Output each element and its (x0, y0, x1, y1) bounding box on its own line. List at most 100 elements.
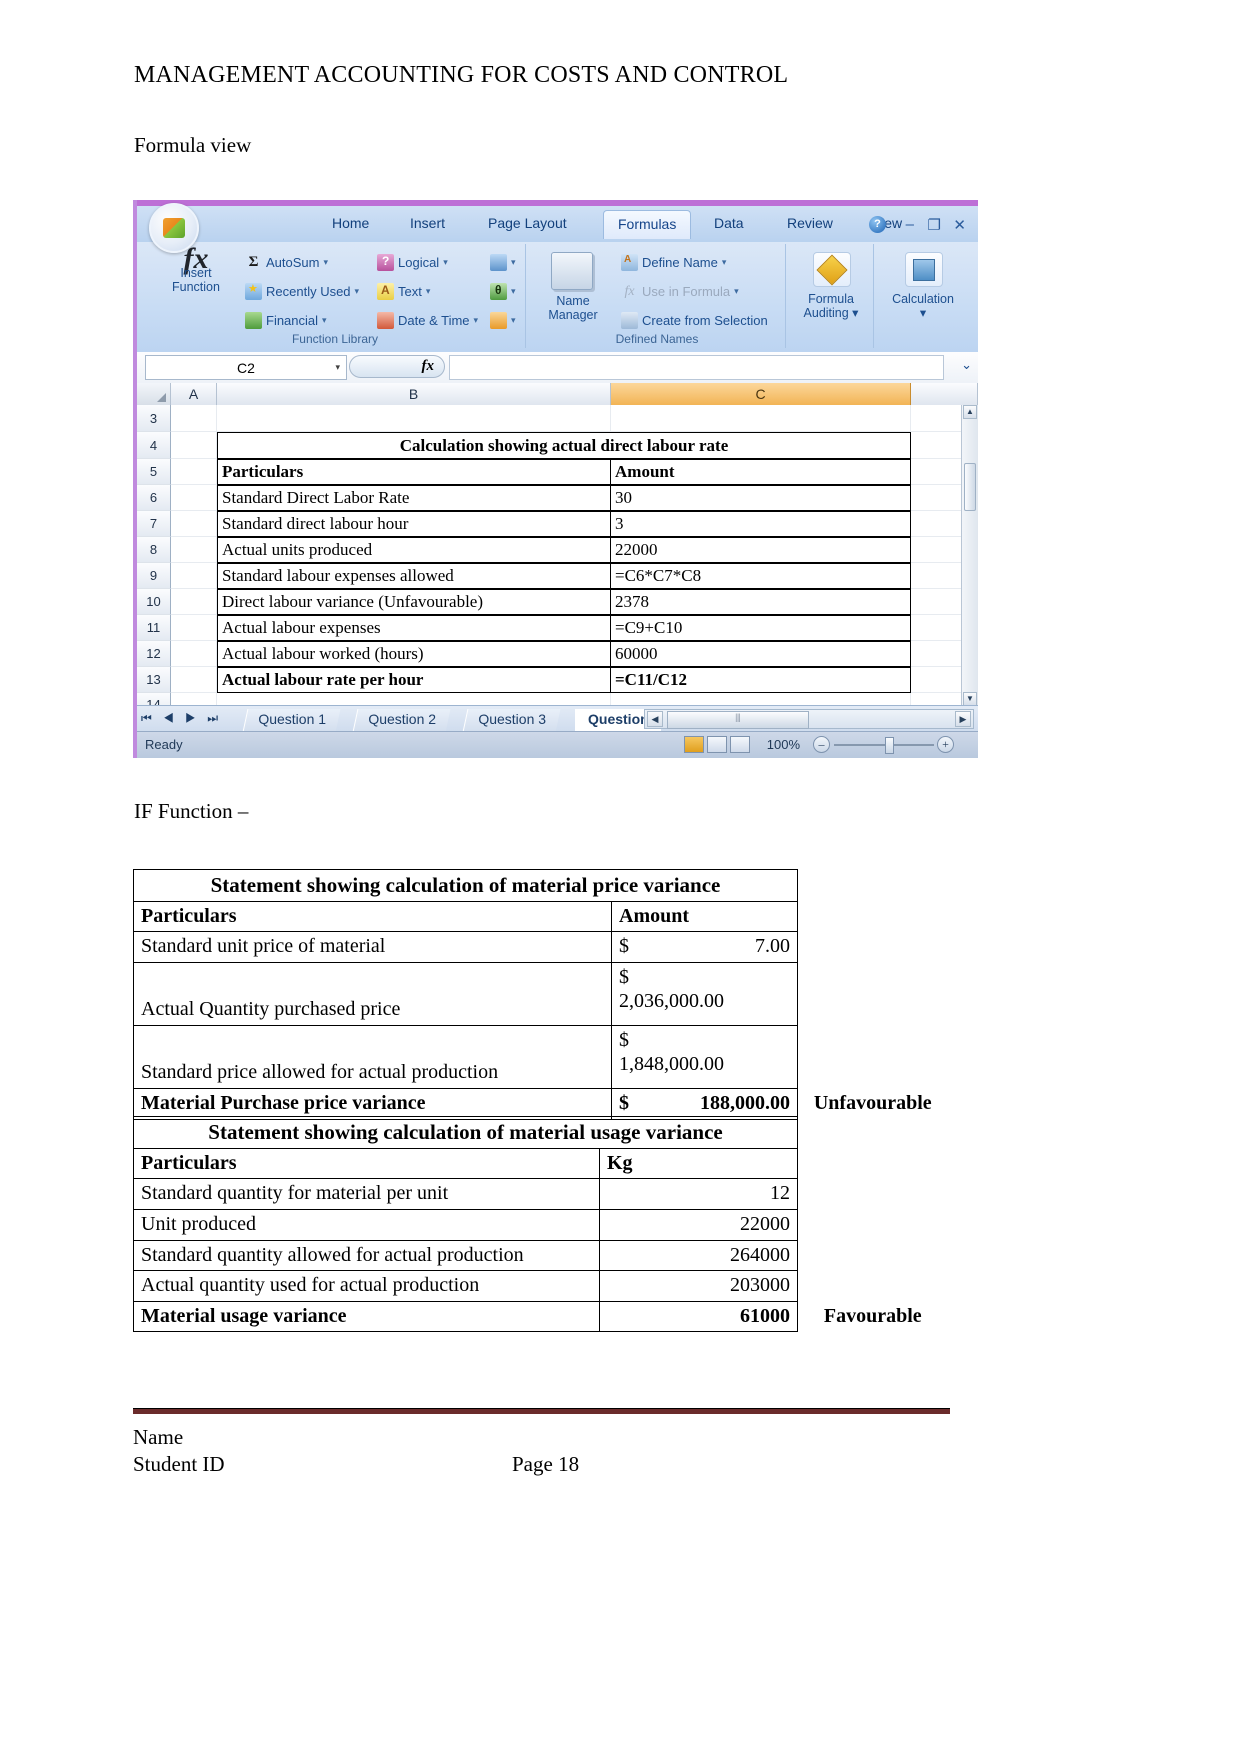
row-header-7[interactable]: 7 (137, 511, 171, 537)
cell-b8[interactable]: Actual units produced (217, 537, 611, 563)
column-header-a[interactable]: A (171, 383, 217, 405)
page-layout-view-icon[interactable] (707, 736, 727, 753)
cell-c11[interactable]: =C9+C10 (611, 615, 911, 641)
cell-a8[interactable] (171, 537, 217, 563)
cell-b7[interactable]: Standard direct labour hour (217, 511, 611, 537)
sheet-tab-question-1[interactable]: Question 1 (242, 709, 341, 732)
cell-a5[interactable] (171, 459, 217, 485)
cell-a4[interactable] (171, 432, 217, 459)
cell-d5[interactable] (911, 459, 962, 485)
column-header-b[interactable]: B (217, 383, 611, 405)
zoom-slider-handle[interactable] (885, 737, 894, 754)
sheet-tab-question-3[interactable]: Question 3 (462, 709, 561, 732)
math-trig-button[interactable]: ▾ (490, 283, 516, 300)
cell-c5[interactable]: Amount (611, 459, 911, 485)
scroll-left-icon[interactable]: ◀ (647, 711, 663, 727)
tab-insert[interactable]: Insert (410, 215, 445, 231)
cell-d7[interactable] (911, 511, 962, 537)
cell-d3[interactable] (911, 405, 962, 432)
vertical-scrollbar[interactable]: ▲ ▼ (961, 405, 978, 706)
row-header-9[interactable]: 9 (137, 563, 171, 589)
sheet-navigation-buttons[interactable]: ⏮ ◀ ▶ ⏭ (141, 711, 222, 726)
sheet-tab-question-2[interactable]: Question 2 (352, 709, 451, 732)
column-header-c[interactable]: C (611, 383, 911, 405)
normal-view-icon[interactable] (684, 736, 704, 753)
horizontal-scroll-thumb[interactable]: ||| (667, 711, 809, 729)
row-header-5[interactable]: 5 (137, 459, 171, 485)
define-name-button[interactable]: Define Name ▾ (621, 254, 726, 271)
cell-b13[interactable]: Actual labour rate per hour (217, 667, 611, 693)
cell-b6[interactable]: Standard Direct Labor Rate (217, 485, 611, 511)
cell-d11[interactable] (911, 615, 962, 641)
autosum-button[interactable]: Σ AutoSum ▾ (245, 254, 328, 271)
cell-b3[interactable] (217, 405, 611, 432)
name-manager-icon[interactable] (551, 252, 593, 290)
scroll-up-icon[interactable]: ▲ (963, 405, 977, 419)
use-in-formula-button[interactable]: fx Use in Formula ▾ (621, 283, 738, 300)
row-header-13[interactable]: 13 (137, 667, 171, 693)
cell-d12[interactable] (911, 641, 962, 667)
create-from-selection-button[interactable]: Create from Selection (621, 312, 768, 329)
formula-auditing-button[interactable]: Formula Auditing ▾ (789, 292, 873, 320)
cell-c6[interactable]: 30 (611, 485, 911, 511)
calculation-button[interactable]: Calculation ▾ (877, 292, 969, 320)
recently-used-button[interactable]: Recently Used ▾ (245, 282, 359, 300)
zoom-slider-track[interactable] (834, 744, 934, 746)
cell-d4[interactable] (911, 432, 962, 459)
help-icon[interactable]: ? (869, 216, 886, 233)
vertical-scroll-thumb[interactable] (964, 463, 976, 511)
cell-d6[interactable] (911, 485, 962, 511)
cell-c7[interactable]: 3 (611, 511, 911, 537)
insert-function-fx-button[interactable]: fx (349, 355, 445, 378)
cell-b11[interactable]: Actual labour expenses (217, 615, 611, 641)
cell-c3[interactable] (611, 405, 911, 432)
cell-a12[interactable] (171, 641, 217, 667)
restore-button[interactable]: ❐ (928, 216, 941, 234)
cell-c8[interactable]: 22000 (611, 537, 911, 563)
row-header-12[interactable]: 12 (137, 641, 171, 667)
row-header-10[interactable]: 10 (137, 589, 171, 615)
cell-a11[interactable] (171, 615, 217, 641)
cell-b10[interactable]: Direct labour variance (Unfavourable) (217, 589, 611, 615)
calculation-options-icon[interactable] (905, 252, 943, 287)
scroll-down-icon[interactable]: ▼ (963, 692, 977, 706)
row-header-4[interactable]: 4 (137, 432, 171, 459)
expand-formula-bar-icon[interactable]: ⌄ (961, 357, 972, 373)
cell-a9[interactable] (171, 563, 217, 589)
row-header-3[interactable]: 3 (137, 405, 171, 432)
cell-c9[interactable]: =C6*C7*C8 (611, 563, 911, 589)
cell-d13[interactable] (911, 667, 962, 693)
minimize-button[interactable]: – (906, 216, 914, 233)
cell-a13[interactable] (171, 667, 217, 693)
cell-d9[interactable] (911, 563, 962, 589)
cell-c12[interactable]: 60000 (611, 641, 911, 667)
select-all-corner[interactable] (137, 383, 171, 405)
cell-a10[interactable] (171, 589, 217, 615)
page-break-preview-icon[interactable] (730, 736, 750, 753)
cell-b12[interactable]: Actual labour worked (hours) (217, 641, 611, 667)
cell-a3[interactable] (171, 405, 217, 432)
cell-c13[interactable]: =C11/C12 (611, 667, 911, 693)
more-functions-button[interactable]: ▾ (490, 312, 516, 329)
insert-function-button[interactable]: fx Insert Function (153, 244, 239, 295)
cell-a6[interactable] (171, 485, 217, 511)
tab-formulas[interactable]: Formulas (603, 210, 692, 239)
row-header-11[interactable]: 11 (137, 615, 171, 641)
tab-data[interactable]: Data (714, 215, 744, 231)
cell-b4-title[interactable]: Calculation showing actual direct labour… (217, 432, 911, 459)
formula-auditing-icon[interactable] (813, 252, 851, 287)
row-header-8[interactable]: 8 (137, 537, 171, 563)
zoom-level-label[interactable]: 100% (767, 737, 800, 752)
tab-review[interactable]: Review (787, 215, 833, 231)
cell-a7[interactable] (171, 511, 217, 537)
cell-d10[interactable] (911, 589, 962, 615)
close-button[interactable]: ✕ (953, 216, 966, 234)
zoom-out-button[interactable]: – (813, 736, 830, 753)
scroll-right-icon[interactable]: ▶ (955, 711, 971, 727)
formula-input[interactable] (449, 355, 944, 380)
date-time-button[interactable]: Date & Time ▾ (377, 312, 478, 329)
cell-b5[interactable]: Particulars (217, 459, 611, 485)
office-button-icon[interactable] (149, 203, 199, 253)
tab-home[interactable]: Home (332, 215, 369, 231)
name-manager-button[interactable]: Name Manager (535, 294, 611, 322)
